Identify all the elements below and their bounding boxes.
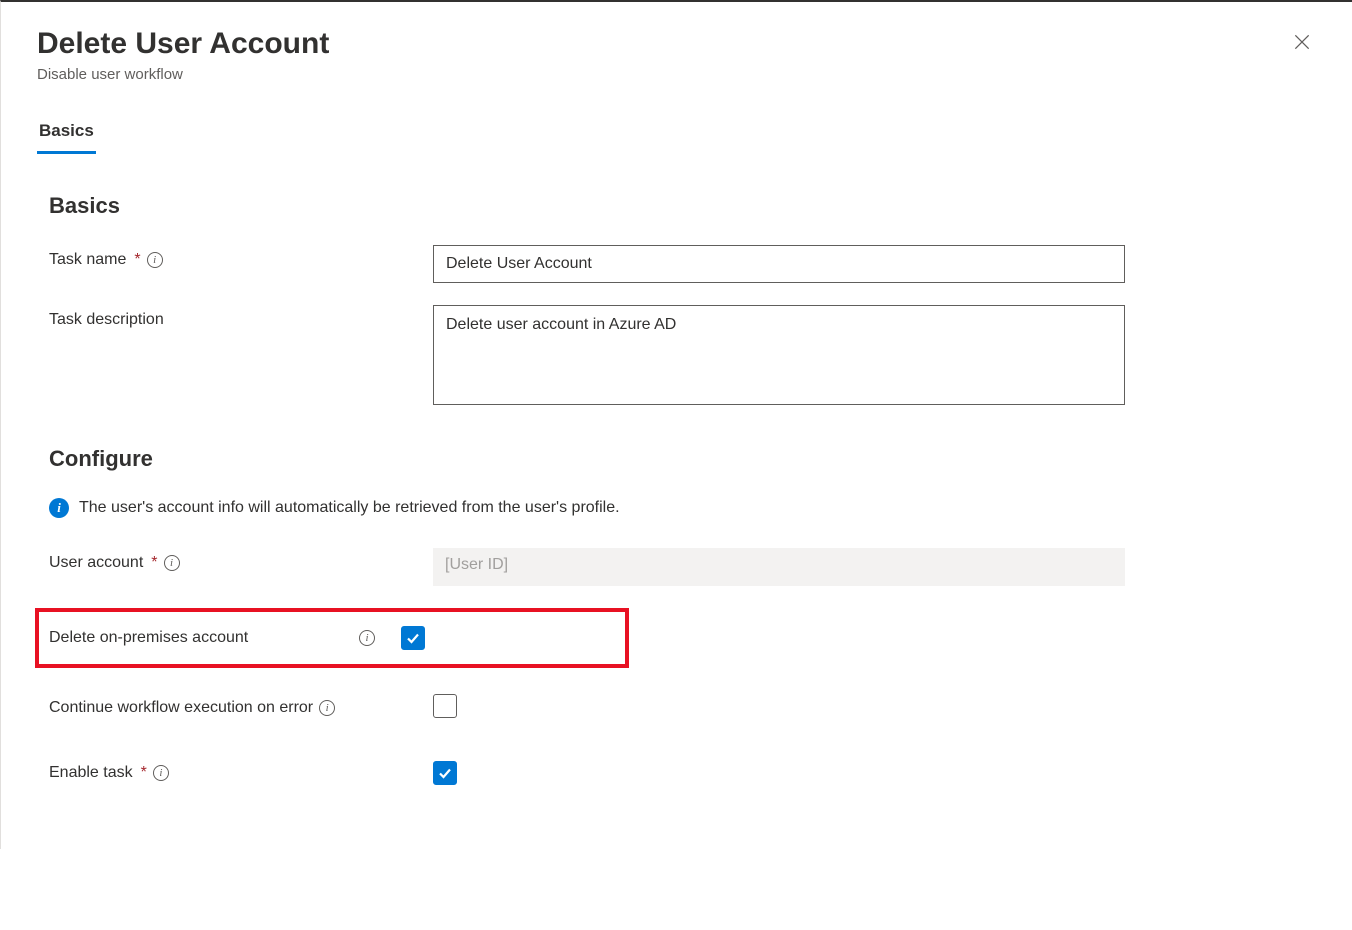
tab-basics[interactable]: Basics <box>37 121 96 154</box>
highlight-delete-onprem: Delete on-premises account i <box>35 608 629 668</box>
user-account-field: [User ID] <box>433 548 1125 586</box>
info-banner-text: The user's account info will automatical… <box>79 499 620 517</box>
check-icon <box>437 765 453 781</box>
label-continue-on-error-text: Continue workflow execution on error <box>49 699 313 717</box>
info-icon[interactable]: i <box>319 700 335 716</box>
close-icon <box>1292 32 1312 52</box>
delete-user-account-panel: Delete User Account Disable user workflo… <box>0 0 1352 849</box>
label-task-name: Task name * i <box>49 245 433 269</box>
label-user-account-text: User account <box>49 554 143 572</box>
task-description-input[interactable] <box>433 305 1125 405</box>
row-task-name: Task name * i <box>49 245 1316 283</box>
row-enable-task: Enable task * i <box>49 761 1316 785</box>
section-basics-heading: Basics <box>37 193 1316 219</box>
row-task-description: Task description <box>49 305 1316 408</box>
label-enable-task-text: Enable task <box>49 764 133 782</box>
info-banner-icon: i <box>49 498 69 518</box>
required-marker: * <box>134 251 140 269</box>
info-icon[interactable]: i <box>153 765 169 781</box>
check-icon <box>405 630 421 646</box>
label-task-description-text: Task description <box>49 311 164 329</box>
delete-onprem-checkbox[interactable] <box>401 626 425 650</box>
section-configure-heading: Configure <box>37 446 1316 472</box>
required-marker: * <box>141 764 147 782</box>
info-icon[interactable]: i <box>147 252 163 268</box>
page-subtitle: Disable user workflow <box>37 66 329 83</box>
label-task-description: Task description <box>49 305 433 329</box>
panel-header: Delete User Account Disable user workflo… <box>37 26 1316 83</box>
label-continue-on-error: Continue workflow execution on error i <box>49 699 433 717</box>
page-title: Delete User Account <box>37 26 329 62</box>
info-icon[interactable]: i <box>164 555 180 571</box>
required-marker: * <box>151 554 157 572</box>
continue-on-error-checkbox[interactable] <box>433 694 457 718</box>
label-delete-onprem: Delete on-premises account i <box>49 629 401 647</box>
label-delete-onprem-text: Delete on-premises account <box>49 629 248 647</box>
configure-info-banner: i The user's account info will automatic… <box>49 498 1316 518</box>
label-user-account: User account * i <box>49 548 433 572</box>
row-user-account: User account * i [User ID] <box>49 548 1316 586</box>
tabs: Basics <box>37 121 1316 155</box>
label-enable-task: Enable task * i <box>49 764 433 782</box>
enable-task-checkbox[interactable] <box>433 761 457 785</box>
info-icon[interactable]: i <box>359 630 375 646</box>
close-button[interactable] <box>1288 32 1316 56</box>
label-task-name-text: Task name <box>49 251 126 269</box>
task-name-input[interactable] <box>433 245 1125 283</box>
row-continue-on-error: Continue workflow execution on error i <box>49 694 1316 721</box>
